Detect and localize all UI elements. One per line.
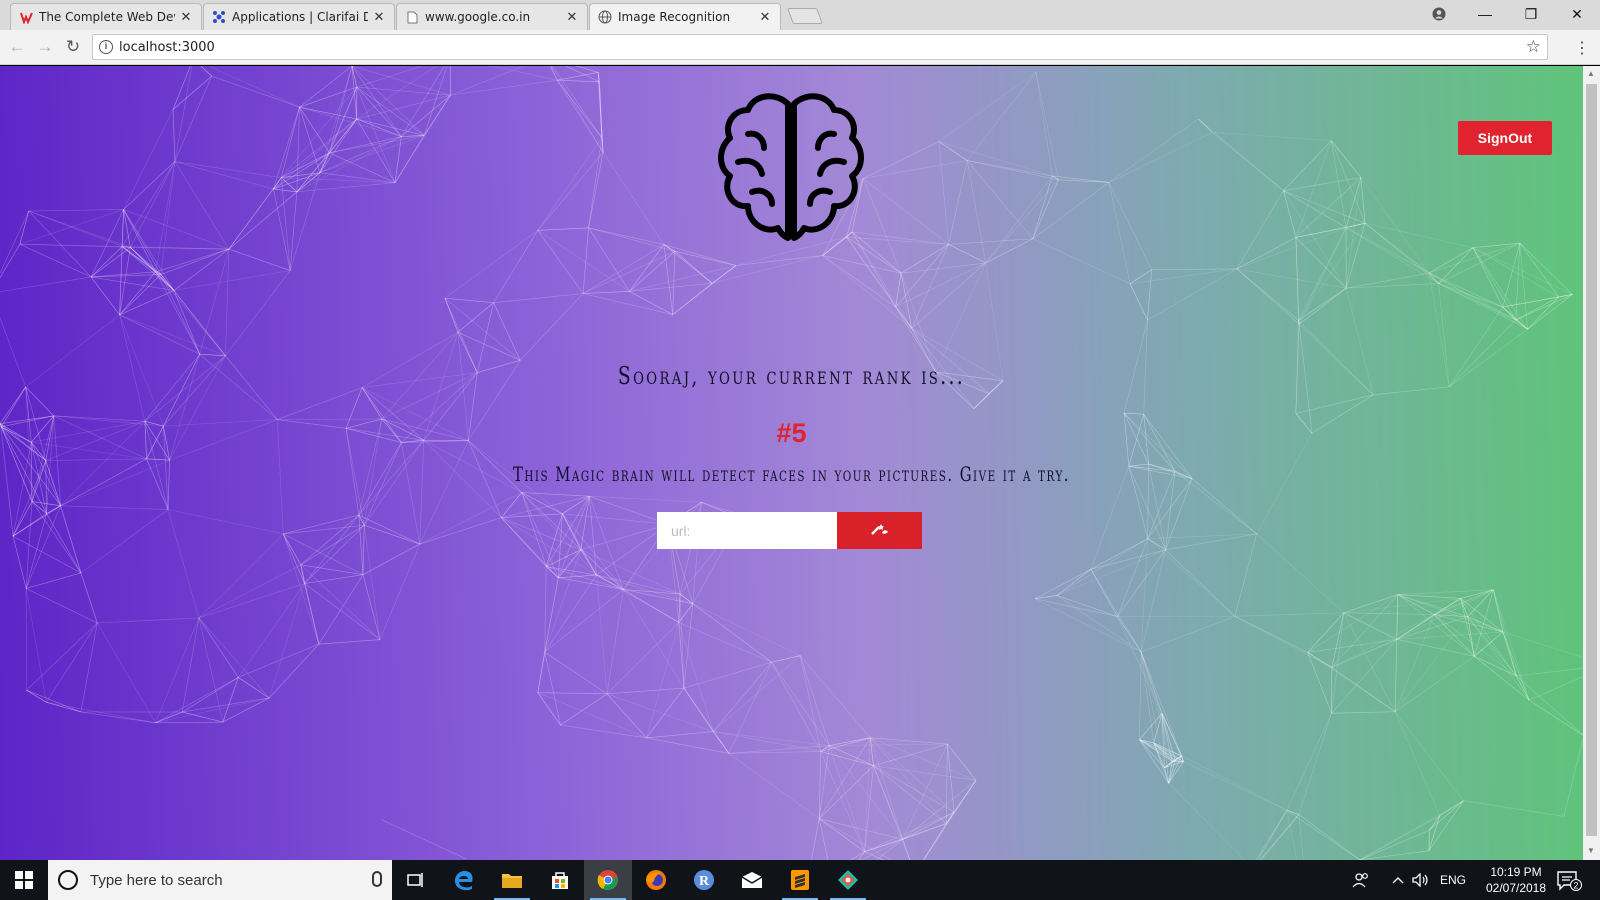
firefox-icon[interactable]	[632, 860, 680, 900]
browser-tab-2[interactable]: www.google.co.in ✕	[396, 3, 588, 30]
new-tab-button[interactable]	[787, 8, 823, 24]
address-bar[interactable]: i localhost:3000 ☆	[92, 34, 1548, 60]
edge-browser-icon[interactable]	[440, 860, 488, 900]
browser-tab-0[interactable]: The Complete Web Deve ✕	[10, 3, 202, 30]
browser-toolbar: ← → ↻ i localhost:3000 ☆ ⋮	[0, 30, 1600, 65]
page-scrollbar[interactable]: ▲ ▼	[1583, 66, 1600, 860]
scroll-down-icon[interactable]: ▼	[1587, 846, 1595, 855]
taskbar-search-box[interactable]: Type here to search	[48, 860, 392, 900]
udemy-icon	[19, 10, 33, 24]
tab-title: Applications | Clarifai De	[232, 10, 368, 24]
show-hidden-icons-chevron[interactable]	[1392, 860, 1404, 900]
detect-button[interactable]	[837, 512, 922, 549]
clock-date: 02/07/2018	[1485, 881, 1547, 895]
file-explorer-icon[interactable]	[488, 860, 536, 900]
magic-wand-icon	[870, 521, 890, 540]
globe-icon	[598, 10, 612, 24]
profile-icon[interactable]	[1416, 0, 1462, 28]
taskbar-search-placeholder: Type here to search	[90, 871, 223, 889]
tab-title: www.google.co.in	[425, 10, 531, 24]
microphone-icon[interactable]	[372, 871, 382, 887]
tab-title: Image Recognition	[618, 10, 731, 24]
address-url[interactable]: localhost:3000	[119, 40, 215, 55]
action-center-icon[interactable]: 2	[1556, 860, 1582, 900]
close-icon[interactable]: ✕	[179, 10, 193, 25]
browser-tab-1[interactable]: Applications | Clarifai De ✕	[203, 3, 395, 30]
windows-taskbar: Type here to search R ENG 10:19 PM 02/07…	[0, 860, 1600, 900]
taskbar-clock[interactable]: 10:19 PM 02/07/2018	[1480, 864, 1552, 896]
app-page: SignOut Sooraj, your current rank is... …	[0, 66, 1583, 860]
notification-count: 2	[1573, 881, 1578, 891]
rank-message: Sooraj, your current rank is...	[617, 362, 966, 390]
scroll-up-icon[interactable]: ▲	[1587, 69, 1595, 78]
info-icon[interactable]: i	[99, 40, 113, 54]
chrome-icon[interactable]	[584, 860, 632, 900]
close-icon[interactable]: ✕	[565, 10, 579, 25]
restore-icon[interactable]: ❐	[1508, 0, 1554, 28]
people-icon[interactable]	[1352, 860, 1370, 900]
clarifai-icon	[212, 10, 226, 24]
bookmark-star-icon[interactable]: ☆	[1526, 37, 1541, 57]
close-icon[interactable]: ✕	[372, 10, 386, 25]
cortana-icon	[58, 870, 78, 890]
reload-icon[interactable]: ↻	[62, 36, 84, 58]
image-url-input[interactable]	[657, 512, 837, 549]
git-kraken-icon[interactable]	[824, 860, 872, 900]
signout-button[interactable]: SignOut	[1458, 121, 1552, 155]
clock-time: 10:19 PM	[1490, 865, 1542, 879]
rank-value: #5	[776, 418, 807, 448]
scroll-thumb[interactable]	[1586, 84, 1597, 836]
minimize-icon[interactable]: —	[1462, 0, 1508, 28]
windows-start-icon[interactable]	[0, 860, 48, 900]
page-icon	[405, 10, 419, 24]
mail-icon[interactable]	[728, 860, 776, 900]
app-description: This Magic brain will detect faces in yo…	[513, 462, 1070, 486]
tab-title: The Complete Web Deve	[39, 10, 175, 24]
svg-text:R: R	[699, 874, 710, 889]
task-view-icon[interactable]	[392, 860, 440, 900]
back-arrow-icon[interactable]: ←	[6, 36, 28, 58]
volume-icon[interactable]	[1412, 860, 1430, 900]
close-icon[interactable]: ✕	[758, 10, 772, 25]
sublime-text-icon[interactable]	[776, 860, 824, 900]
browser-tab-strip: The Complete Web Deve ✕ Applications | C…	[0, 0, 1600, 30]
browser-menu-icon[interactable]: ⋮	[1574, 38, 1590, 58]
brain-logo	[716, 88, 866, 244]
window-close-icon[interactable]: ✕	[1554, 0, 1600, 28]
store-icon[interactable]	[536, 860, 584, 900]
forward-arrow-icon[interactable]: →	[34, 36, 56, 58]
input-language[interactable]: ENG	[1440, 860, 1466, 900]
browser-tab-3[interactable]: Image Recognition ✕	[589, 3, 781, 30]
r-app-icon[interactable]: R	[680, 860, 728, 900]
